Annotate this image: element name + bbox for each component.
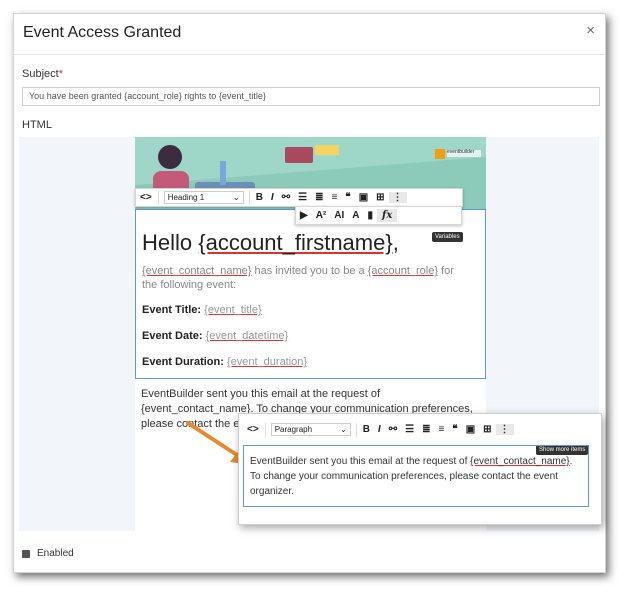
chevron-down-icon: ⌄ <box>339 425 347 434</box>
toolbar-separator <box>264 422 266 437</box>
footer-editor-popup: <> Paragraph ⌄ B I ⚯ ☰ ≣ ≡ ❝ ▣ ⊞ ⋮ Show m… <box>238 413 602 525</box>
block-style-value: Paragraph <box>274 425 313 434</box>
toolbar-separator <box>355 422 357 437</box>
footer-editor-toolbar: <> Paragraph ⌄ B I ⚯ ☰ ≣ ≡ ❝ ▣ ⊞ ⋮ <box>243 420 571 439</box>
link-icon[interactable]: ⚯ <box>385 424 401 435</box>
align-icon[interactable]: ≡ <box>434 424 448 435</box>
numbered-list-icon[interactable]: ≣ <box>418 424 434 435</box>
bold-button[interactable]: B <box>359 424 374 435</box>
block-style-select[interactable]: Paragraph ⌄ <box>270 423 351 436</box>
footer-text-prefix: EventBuilder sent you this email at the … <box>250 456 471 467</box>
table-icon[interactable]: ⊞ <box>479 424 495 435</box>
code-view-button[interactable]: <> <box>243 424 263 435</box>
image-icon[interactable]: ▣ <box>462 424 479 435</box>
footer-editor-body[interactable]: EventBuilder sent you this email at the … <box>243 445 589 507</box>
footer-text-variable: {event_contact_name} <box>470 456 570 467</box>
quote-button[interactable]: ❝ <box>448 424 461 435</box>
bullet-list-icon[interactable]: ☰ <box>401 424 418 435</box>
more-button[interactable]: ⋮ <box>495 424 514 435</box>
italic-button[interactable]: I <box>374 424 385 435</box>
